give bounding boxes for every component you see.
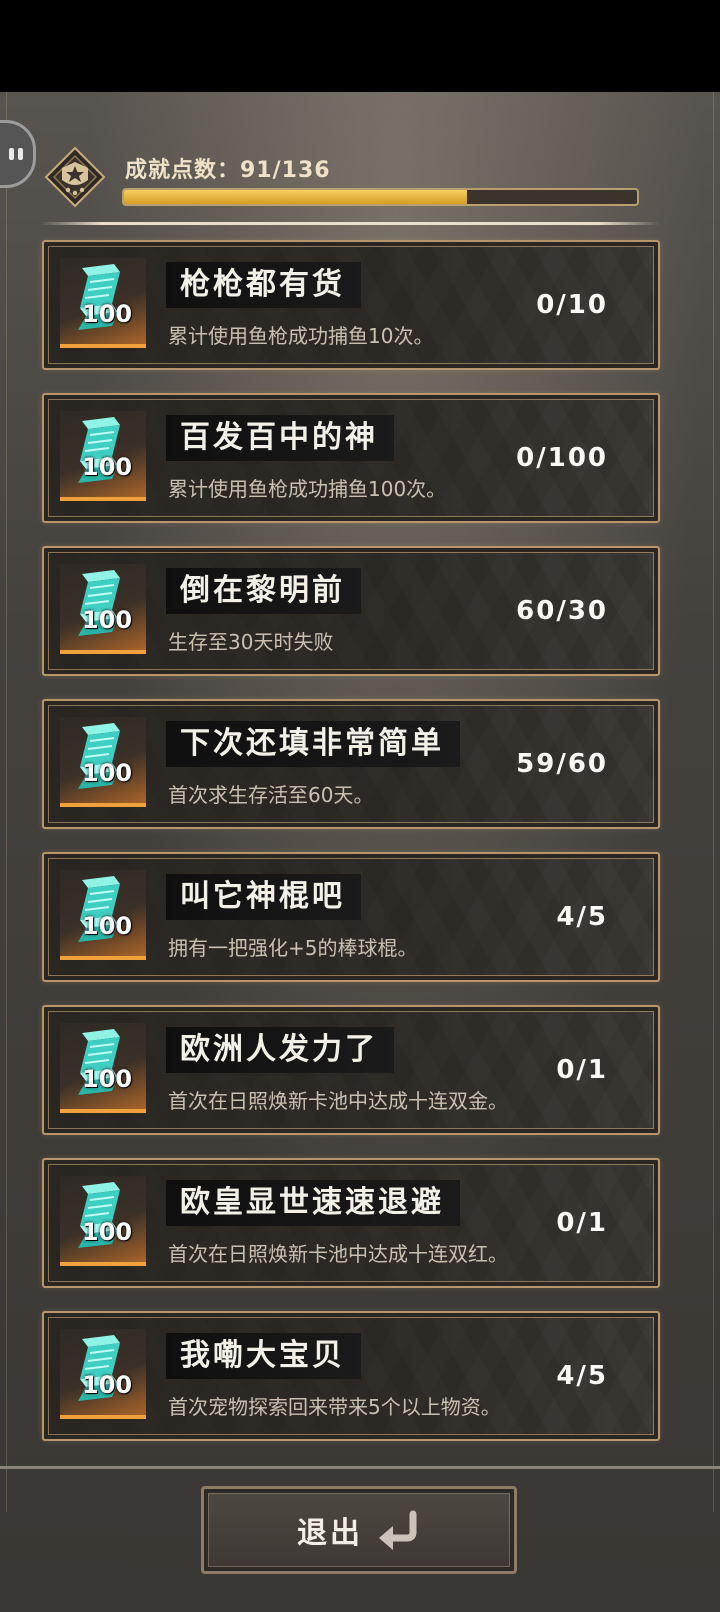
achievement-progress-fill xyxy=(124,190,468,204)
achievement-title: 欧皇显世速速退避 xyxy=(166,1180,460,1226)
achievement-description: 首次在日照焕新卡池中达成十连双红。 xyxy=(168,1242,508,1266)
reward-amount: 100 xyxy=(82,759,133,787)
pause-icon xyxy=(9,148,23,160)
achievement-card[interactable]: 100 枪枪都有货累计使用鱼枪成功捕鱼10次。 0/10 xyxy=(42,240,660,370)
achievement-progress: 59/60 xyxy=(516,749,608,779)
reward-amount: 100 xyxy=(82,912,133,940)
achievement-description: 拥有一把强化+5的棒球棍。 xyxy=(168,936,418,960)
achievement-card[interactable]: 100 百发百中的神累计使用鱼枪成功捕鱼100次。 0/100 xyxy=(42,393,660,523)
achievement-card[interactable]: 100 叫它神棍吧拥有一把强化+5的棒球棍。 4/5 xyxy=(42,852,660,982)
achievement-progress-bar xyxy=(122,188,639,206)
achievement-points-label: 成就点数：91/136 xyxy=(125,158,331,183)
achievement-description: 首次求生存活至60天。 xyxy=(168,783,374,807)
achievement-description: 首次在日照焕新卡池中达成十连双金。 xyxy=(168,1089,508,1113)
achievement-card[interactable]: 100 倒在黎明前生存至30天时失败 60/30 xyxy=(42,546,660,676)
star-badge-icon xyxy=(44,146,106,208)
header-divider xyxy=(40,222,660,225)
achievement-title: 叫它神棍吧 xyxy=(166,874,361,920)
achievement-title: 倒在黎明前 xyxy=(166,568,361,614)
achievement-description: 累计使用鱼枪成功捕鱼10次。 xyxy=(168,324,434,348)
achievement-progress: 0/1 xyxy=(556,1208,608,1238)
reward-amount: 100 xyxy=(82,606,133,634)
achievement-header: 成就点数：91/136 xyxy=(40,140,660,230)
achievement-progress: 0/1 xyxy=(556,1055,608,1085)
achievement-progress: 0/100 xyxy=(516,443,608,473)
achievement-title: 下次还填非常简单 xyxy=(166,721,460,767)
reward-amount: 100 xyxy=(82,1371,133,1399)
achievement-title: 枪枪都有货 xyxy=(166,262,361,308)
reward-amount: 100 xyxy=(82,1218,133,1246)
top-black-bar xyxy=(0,0,720,92)
achievement-progress: 0/10 xyxy=(536,290,608,320)
achievement-progress: 4/5 xyxy=(556,902,608,932)
achievement-description: 累计使用鱼枪成功捕鱼100次。 xyxy=(168,477,447,501)
achievement-description: 首次宠物探索回来带来5个以上物资。 xyxy=(168,1395,501,1419)
return-arrow-icon xyxy=(379,1510,417,1550)
achievement-card[interactable]: 100 欧皇显世速速退避首次在日照焕新卡池中达成十连双红。 0/1 xyxy=(42,1158,660,1288)
reward-amount: 100 xyxy=(82,1065,133,1093)
achievement-progress: 60/30 xyxy=(516,596,608,626)
achievement-title: 我嘞大宝贝 xyxy=(166,1333,361,1379)
footer-divider xyxy=(0,1466,720,1469)
reward-amount: 100 xyxy=(82,453,133,481)
reward-amount: 100 xyxy=(82,300,133,328)
achievement-title: 百发百中的神 xyxy=(166,415,394,461)
achievement-card[interactable]: 100 欧洲人发力了首次在日照焕新卡池中达成十连双金。 0/1 xyxy=(42,1005,660,1135)
exit-button[interactable]: 退出 xyxy=(201,1486,517,1574)
exit-button-label: 退出 xyxy=(297,1516,363,1551)
achievement-card[interactable]: 100 我嘞大宝贝首次宠物探索回来带来5个以上物资。 4/5 xyxy=(42,1311,660,1441)
achievement-title: 欧洲人发力了 xyxy=(166,1027,394,1073)
achievement-card[interactable]: 100 下次还填非常简单首次求生存活至60天。 59/60 xyxy=(42,699,660,829)
achievement-description: 生存至30天时失败 xyxy=(168,630,334,654)
achievement-progress: 4/5 xyxy=(556,1361,608,1391)
